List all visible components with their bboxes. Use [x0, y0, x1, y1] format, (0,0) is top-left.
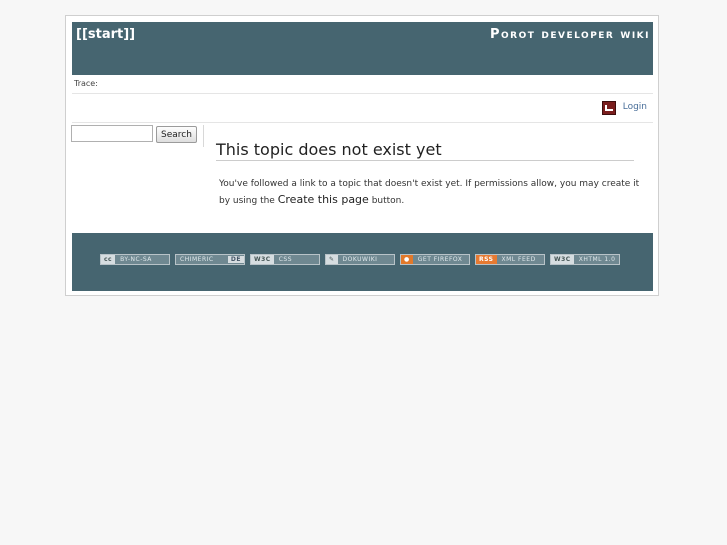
badge-label: DOKUWIKI: [342, 256, 378, 263]
donate-badge[interactable]: CHIMERIC DE: [175, 254, 245, 265]
badge-label: CSS: [278, 256, 293, 263]
firefox-badge[interactable]: ● GET FIREFOX: [400, 254, 470, 265]
badge-label: GET FIREFOX: [417, 256, 463, 263]
w3c-icon: W3C: [251, 255, 274, 264]
badge-label: BY-NC-SA: [120, 256, 152, 263]
rss-badge[interactable]: RSS XML FEED: [475, 254, 545, 265]
badge-label: DE: [227, 256, 244, 263]
license-badge[interactable]: cc BY-NC-SA: [100, 254, 170, 265]
badge-label: XML FEED: [501, 256, 536, 263]
divider: [72, 122, 653, 123]
sidebar-search: Search: [71, 125, 204, 147]
login-icon: [601, 101, 616, 115]
page-footer: cc BY-NC-SA CHIMERIC DE W3C CSS ✎ DOKUWI…: [72, 233, 653, 291]
w3c-xhtml-badge[interactable]: W3C XHTML 1.0: [550, 254, 620, 265]
search-input[interactable]: [71, 125, 153, 142]
badge-label: XHTML 1.0: [578, 256, 616, 263]
login-link[interactable]: Login: [601, 99, 647, 115]
wiki-name[interactable]: Porot developer wiki: [490, 27, 650, 42]
rss-icon: RSS: [476, 255, 497, 264]
content-text-after: button.: [371, 196, 405, 206]
page-header: [[start]] Porot developer wiki: [72, 22, 653, 75]
footer-badges: cc BY-NC-SA CHIMERIC DE W3C CSS ✎ DOKUWI…: [100, 254, 620, 265]
divider: [72, 93, 653, 94]
dokuwiki-badge[interactable]: ✎ DOKUWIKI: [325, 254, 395, 265]
cc-icon: cc: [101, 255, 116, 264]
breadcrumb: Trace:: [74, 79, 98, 88]
firefox-icon: ●: [401, 255, 413, 264]
page-title-link[interactable]: [[start]]: [76, 27, 135, 42]
content-heading: This topic does not exist yet: [216, 140, 634, 161]
content-text: You've followed a link to a topic that d…: [219, 176, 649, 209]
search-button[interactable]: Search: [156, 126, 197, 143]
login-label: Login: [622, 102, 647, 112]
dokuwiki-icon: ✎: [326, 255, 338, 264]
w3c-icon: W3C: [551, 255, 574, 264]
trace-label: Trace:: [74, 79, 98, 88]
create-page-label: Create this page: [277, 193, 369, 206]
badge-label: CHIMERIC: [180, 256, 214, 263]
w3c-css-badge[interactable]: W3C CSS: [250, 254, 320, 265]
page-container: [[start]] Porot developer wiki Trace: Lo…: [65, 15, 659, 296]
